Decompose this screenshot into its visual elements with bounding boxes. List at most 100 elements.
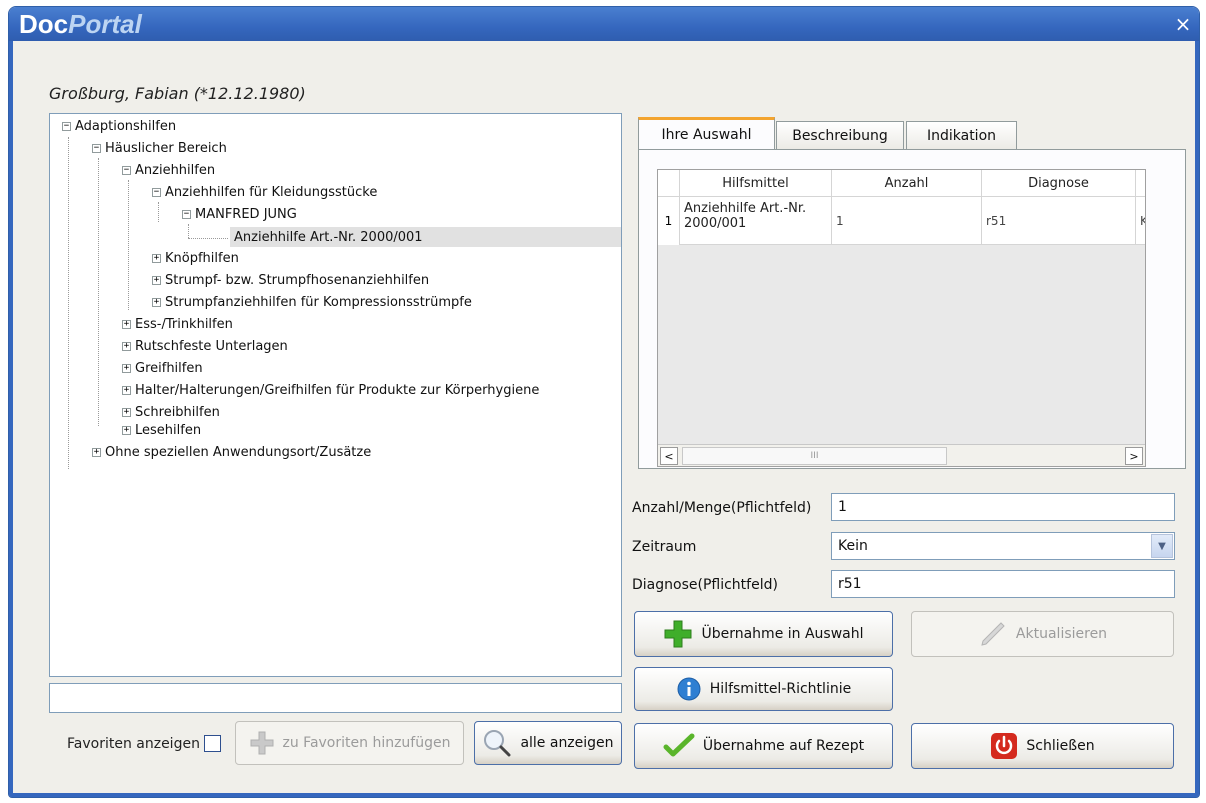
tree-node[interactable]: + Halter/Halterungen/Greifhilfen für Prod… [122,380,539,400]
zeitraum-select[interactable]: Kein ▼ [831,532,1175,560]
tree-line [98,158,99,426]
aktualisieren-button[interactable]: Aktualisieren [911,611,1174,657]
uebernahme-auswahl-button[interactable]: Übernahme in Auswahl [634,611,893,657]
search-input[interactable] [49,683,622,713]
favorites-label: Favoriten anzeigen [67,736,200,752]
tree-node-label: Adaptionshilfen [75,118,177,134]
tree-node[interactable]: − Adaptionshilfen [62,116,176,136]
collapse-icon[interactable]: − [122,165,131,175]
tree-node-label: MANFRED JUNG [195,206,297,222]
expand-icon[interactable]: + [152,275,161,285]
tree-node[interactable]: + Lesehilfen [122,420,201,440]
tab-label: Beschreibung [792,127,888,144]
collapse-icon[interactable]: − [62,121,71,131]
expand-icon[interactable]: + [152,297,161,307]
tree-line [128,180,129,310]
app-title: DocPortal [19,9,142,40]
collapse-icon[interactable]: − [182,209,191,219]
tree-node[interactable]: + Ohne speziellen Anwendungsort/Zusätze [92,442,371,462]
diagnose-field[interactable]: r51 [831,570,1175,598]
selection-grid[interactable]: Hilfsmittel Anzahl Diagnose 1 Anziehhilf… [657,169,1146,467]
expand-icon[interactable]: + [122,341,131,351]
add-to-favorites-label: zu Favoriten hinzufügen [282,735,451,751]
scroll-left-icon[interactable]: < [660,447,678,465]
column-header-hilfsmittel[interactable]: Hilfsmittel [680,170,832,197]
cell-hilfsmittel[interactable]: Anziehhilfe Art.-Nr. 2000/001 [680,197,832,245]
plus-icon [249,730,275,756]
uebernahme-auswahl-label: Übernahme in Auswahl [701,626,864,642]
cell-anzahl[interactable]: 1 [832,197,982,245]
tree-node-label: Lesehilfen [135,422,202,438]
tree-node-label: Ohne speziellen Anwendungsort/Zusätze [105,444,372,460]
plus-icon [663,619,693,649]
title-bar[interactable]: DocPortal × [9,7,1199,41]
window-frame-right [1195,41,1199,797]
tree-node-label: Häuslicher Bereich [105,140,227,156]
tab-ihre-auswahl[interactable]: Ihre Auswahl [638,117,775,150]
collapse-icon[interactable]: − [152,187,161,197]
tree-node-label: Greifhilfen [135,360,203,376]
tab-label: Ihre Auswahl [661,127,752,143]
tree-node-label: Ess-/Trinkhilfen [135,316,233,332]
tree-node-selected[interactable]: Anziehhilfe Art.-Nr. 2000/001 [230,227,621,247]
table-row[interactable]: 1 Anziehhilfe Art.-Nr. 2000/001 1 r51 Ke [658,197,1145,245]
chevron-down-icon[interactable]: ▼ [1151,534,1173,558]
expand-icon[interactable]: + [92,447,101,457]
scroll-thumb[interactable]: III [682,447,947,465]
schliessen-label: Schließen [1026,738,1095,754]
schliessen-button[interactable]: Schließen [911,723,1174,769]
expand-icon[interactable]: + [152,253,161,263]
favorites-checkbox[interactable] [204,735,221,752]
add-to-favorites-button[interactable]: zu Favoriten hinzufügen [235,721,464,765]
show-all-button[interactable]: alle anzeigen [474,721,622,765]
grid-corner [658,170,680,197]
power-icon [990,732,1018,760]
tree-node[interactable]: + Strumpfanziehhilfen für Kompressionsstr… [152,292,472,312]
aktualisieren-label: Aktualisieren [1015,626,1108,642]
tab-label: Indikation [926,127,997,144]
show-all-label: alle anzeigen [520,735,614,751]
expand-icon[interactable]: + [122,407,131,417]
tab-indikation[interactable]: Indikation [906,121,1017,149]
cell-overflow[interactable]: Ke [1136,197,1145,245]
tree-node[interactable]: + Ess-/Trinkhilfen [122,314,233,334]
hilfsmittel-richtlinie-button[interactable]: Hilfsmittel-Richtlinie [634,667,893,711]
tree-node[interactable]: − MANFRED JUNG [182,204,297,224]
expand-icon[interactable]: + [122,363,131,373]
app-title-portal: Portal [68,9,142,39]
tree-line [188,224,189,238]
uebernahme-rezept-label: Übernahme auf Rezept [702,738,865,754]
tab-panel-ihre-auswahl: Hilfsmittel Anzahl Diagnose 1 Anziehhilf… [638,149,1186,469]
diagnose-label: Diagnose(Pflichtfeld) [632,577,778,593]
tree-node[interactable]: − Anziehhilfen für Kleidungsstücke [152,182,377,202]
scroll-right-icon[interactable]: > [1125,447,1143,465]
category-tree[interactable]: − Adaptionshilfen − Häuslicher Bereich − An… [49,113,622,677]
expand-icon[interactable]: + [122,385,131,395]
tree-line [188,238,228,239]
tree-node-label: Strumpfanziehhilfen für Kompressionsstrü… [165,294,472,310]
tree-node[interactable]: + Knöpfhilfen [152,248,239,268]
expand-icon[interactable]: + [122,425,131,435]
close-icon[interactable]: × [1173,14,1193,35]
magnifier-icon [482,728,512,758]
patient-name: Großburg, Fabian (*12.12.1980) [49,84,306,103]
uebernahme-rezept-button[interactable]: Übernahme auf Rezept [634,723,893,769]
tree-node[interactable]: + Rutschfeste Unterlagen [122,336,288,356]
tree-node[interactable]: + Greifhilfen [122,358,203,378]
tree-line [158,202,159,222]
anzahl-label: Anzahl/Menge(Pflichtfeld) [632,500,812,516]
tree-node[interactable]: + Strumpf- bzw. Strumpfhosenanziehhilfen [152,270,429,290]
column-header-anzahl[interactable]: Anzahl [832,170,982,197]
collapse-icon[interactable]: − [92,143,101,153]
column-header-diagnose[interactable]: Diagnose [982,170,1136,197]
anzahl-field[interactable]: 1 [831,493,1175,521]
horizontal-scrollbar[interactable]: < III > [658,444,1145,466]
expand-icon[interactable]: + [122,319,131,329]
tree-node[interactable]: − Anziehhilfen [122,160,215,180]
tab-beschreibung[interactable]: Beschreibung [776,121,904,149]
tree-node-label: Halter/Halterungen/Greifhilfen für Produ… [135,382,540,398]
checkmark-icon [663,732,695,760]
tree-node[interactable]: − Häuslicher Bereich [92,138,227,158]
tree-node[interactable]: + Schreibhilfen [122,402,220,422]
cell-diagnose[interactable]: r51 [982,197,1136,245]
